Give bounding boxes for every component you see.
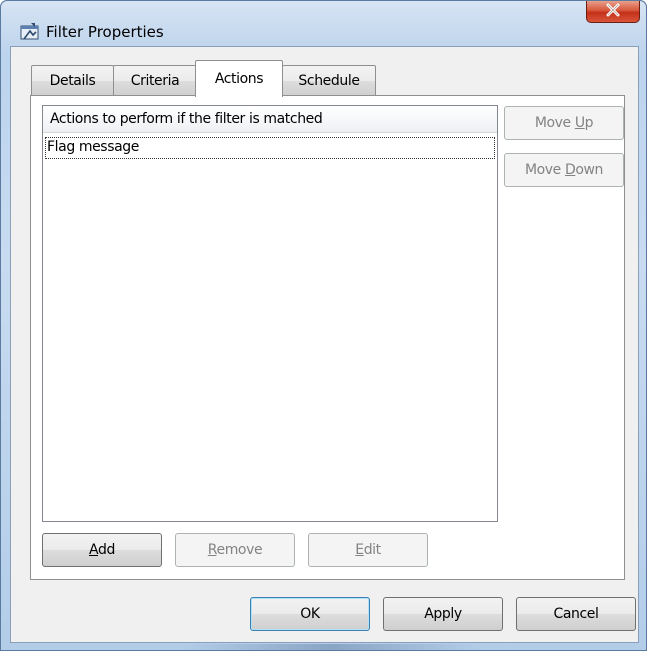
- close-icon: [605, 2, 621, 21]
- title-bar[interactable]: Filter Properties: [1, 1, 646, 45]
- frame-bottom-edge: [181, 644, 481, 650]
- move-up-label: Move Up: [534, 115, 594, 131]
- move-down-button[interactable]: Move Down: [504, 153, 624, 187]
- window-title: Filter Properties: [46, 23, 164, 41]
- tab-criteria-label: Criteria: [130, 73, 180, 89]
- list-item[interactable]: Flag message: [45, 137, 495, 159]
- tab-criteria[interactable]: Criteria: [113, 65, 197, 96]
- tab-details-label: Details: [49, 73, 96, 89]
- close-button[interactable]: [586, 1, 640, 23]
- add-label: Add: [89, 542, 115, 558]
- tab-actions-label: Actions: [214, 71, 264, 87]
- tab-schedule[interactable]: Schedule: [282, 65, 376, 96]
- apply-button[interactable]: Apply: [383, 597, 503, 631]
- edit-button[interactable]: Edit: [308, 533, 428, 567]
- filter-app-icon: [20, 22, 40, 42]
- ok-label: OK: [300, 606, 320, 622]
- apply-label: Apply: [424, 606, 462, 622]
- add-button[interactable]: Add: [42, 533, 162, 567]
- edit-label: Edit: [355, 542, 381, 558]
- remove-label: Remove: [207, 542, 263, 558]
- cancel-label: Cancel: [553, 606, 599, 622]
- tab-actions[interactable]: Actions: [195, 60, 283, 97]
- tab-schedule-label: Schedule: [298, 73, 360, 89]
- list-column-header[interactable]: Actions to perform if the filter is matc…: [43, 106, 497, 133]
- move-up-button[interactable]: Move Up: [504, 106, 624, 140]
- move-down-label: Move Down: [524, 162, 604, 178]
- actions-list[interactable]: Actions to perform if the filter is matc…: [42, 105, 498, 522]
- cancel-button[interactable]: Cancel: [516, 597, 636, 631]
- tab-details[interactable]: Details: [31, 65, 114, 96]
- remove-button[interactable]: Remove: [175, 533, 295, 567]
- ok-button[interactable]: OK: [250, 597, 370, 631]
